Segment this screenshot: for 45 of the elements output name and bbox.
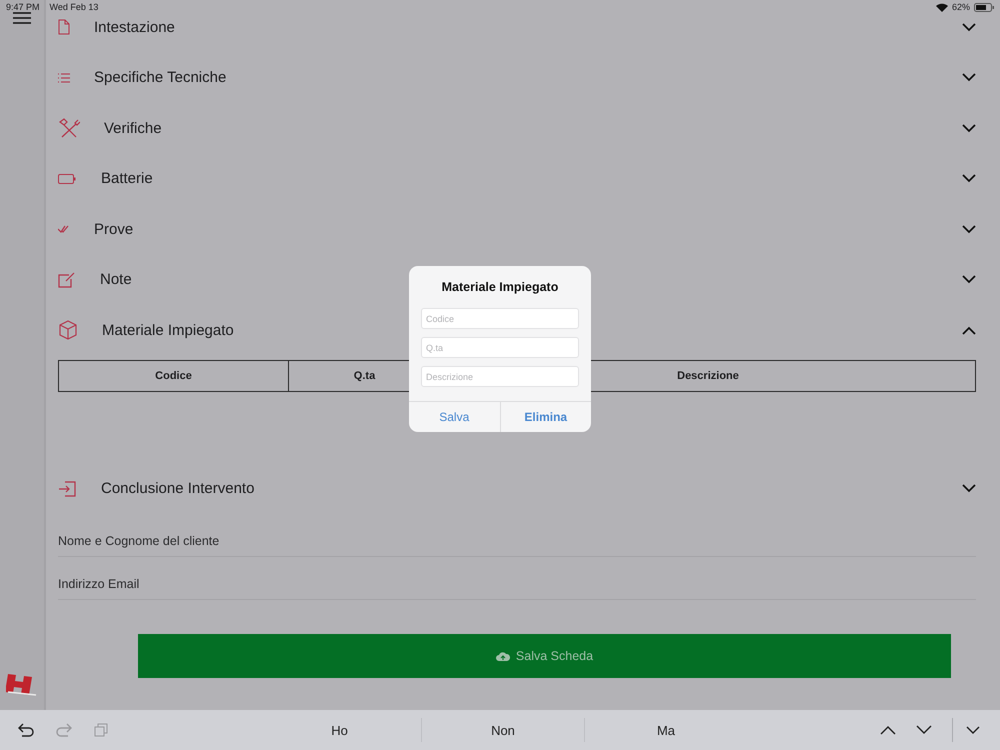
- section-title[interactable]: Specifiche Tecniche: [94, 69, 226, 86]
- list-icon: [58, 72, 70, 83]
- undo-icon[interactable]: [18, 723, 34, 737]
- suggestion[interactable]: Ma: [584, 718, 747, 742]
- section-title[interactable]: Prove: [94, 220, 134, 238]
- section-title[interactable]: Note: [94, 271, 132, 288]
- tools-icon: [58, 118, 80, 138]
- chevron-down-icon[interactable]: [962, 174, 976, 184]
- column-header: Codice: [154, 368, 193, 384]
- text-field[interactable]: Indirizzo Email: [58, 577, 976, 600]
- sign-in-icon: [58, 480, 76, 497]
- dialog-title: Materiale Impiegato: [442, 280, 558, 294]
- chevron-down-icon[interactable]: [962, 124, 976, 133]
- section-title[interactable]: Intestazione: [94, 18, 175, 36]
- status-time: 9:47 PM: [6, 2, 40, 12]
- text-field[interactable]: Nome e Cognome del cliente: [58, 534, 976, 557]
- menu-icon[interactable]: [13, 12, 31, 24]
- input-field[interactable]: Codice: [421, 308, 579, 329]
- battery-icon: [974, 2, 994, 12]
- section-title[interactable]: Batterie: [94, 170, 153, 188]
- double-check-icon: [58, 225, 70, 234]
- suggestion[interactable]: Ho: [258, 718, 421, 742]
- battery-icon: [58, 174, 76, 184]
- input-field[interactable]: Q.ta: [421, 337, 579, 358]
- chevron-down-icon[interactable]: [962, 22, 976, 32]
- wifi-icon: [936, 2, 948, 12]
- chevron-down-icon[interactable]: [962, 275, 976, 284]
- document-icon: [58, 19, 70, 36]
- note-edit-icon: [58, 272, 75, 288]
- chevron-up-icon[interactable]: [880, 725, 896, 735]
- status-date: Wed Feb 13: [50, 2, 98, 12]
- section-title[interactable]: Materiale Impiegato: [94, 322, 234, 339]
- section-title[interactable]: Conclusione Intervento: [94, 480, 254, 498]
- chevron-down-icon[interactable]: [962, 484, 976, 494]
- chevron-down-icon[interactable]: [962, 73, 976, 82]
- cloud-upload-icon: [496, 651, 510, 661]
- suggestion[interactable]: Non: [421, 718, 584, 742]
- chevron-up-icon[interactable]: [962, 326, 976, 335]
- dismiss-keyboard-icon[interactable]: [952, 718, 982, 742]
- section-title[interactable]: Verifiche: [94, 120, 162, 137]
- chevron-down-icon[interactable]: [916, 725, 932, 735]
- cube-icon: [58, 320, 78, 340]
- input-field[interactable]: Descrizione: [421, 366, 579, 387]
- chevron-down-icon[interactable]: [962, 224, 976, 234]
- battery-percent: 62%: [952, 2, 970, 12]
